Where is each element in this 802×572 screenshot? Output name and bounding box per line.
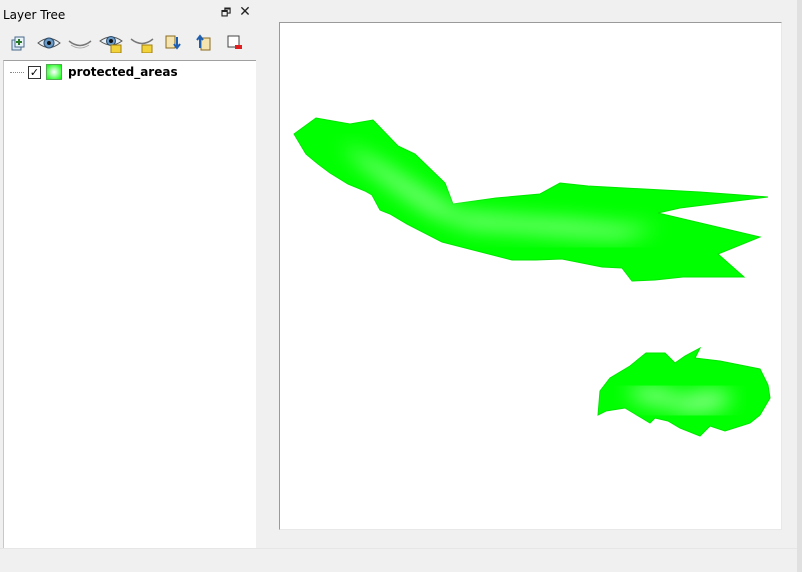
expand-all-button[interactable]	[159, 30, 186, 56]
show-all-layers-icon	[36, 37, 61, 49]
show-selected-layers-button[interactable]	[97, 30, 124, 56]
show-all-layers-button[interactable]	[35, 30, 62, 56]
collapse-all-button[interactable]	[190, 30, 217, 56]
close-dock-icon[interactable]: ✕	[238, 5, 252, 19]
collapse-all-icon	[195, 34, 210, 51]
map-canvas[interactable]	[280, 23, 781, 529]
expand-all-icon	[165, 35, 181, 50]
layer-visibility-checkbox[interactable]: ✓	[28, 65, 41, 79]
tree-branch-line	[10, 71, 24, 73]
remove-layer-icon	[227, 35, 242, 49]
layer-item[interactable]: ✓ protected_areas	[10, 63, 178, 81]
hide-selected-layers-button[interactable]	[128, 30, 155, 56]
float-dock-icon[interactable]: 🗗	[219, 6, 233, 20]
layer-tree-panel: ✓ protected_areas	[3, 60, 256, 548]
layer-name[interactable]: protected_areas	[68, 65, 178, 79]
hide-all-layers-icon	[68, 40, 91, 49]
add-group-button[interactable]	[4, 30, 31, 56]
hide-all-layers-button[interactable]	[66, 30, 93, 56]
remove-layer-button[interactable]	[221, 30, 248, 56]
layer-symbol-icon	[46, 64, 62, 80]
protected-area-feature-2[interactable]	[597, 346, 771, 437]
hide-selected-layers-icon	[130, 38, 153, 53]
layer-tree-toolbar	[4, 30, 248, 56]
show-selected-layers-icon	[98, 36, 123, 53]
dock-title: Layer Tree	[3, 8, 66, 22]
map-canvas-frame[interactable]	[279, 22, 782, 530]
protected-area-feature-1[interactable]	[293, 117, 769, 282]
window-right-edge	[797, 0, 802, 572]
status-bar	[0, 548, 797, 572]
layer-tree-dock: Layer Tree 🗗 ✕ ✓ protected_areas	[0, 0, 258, 548]
add-group-icon	[11, 36, 24, 51]
